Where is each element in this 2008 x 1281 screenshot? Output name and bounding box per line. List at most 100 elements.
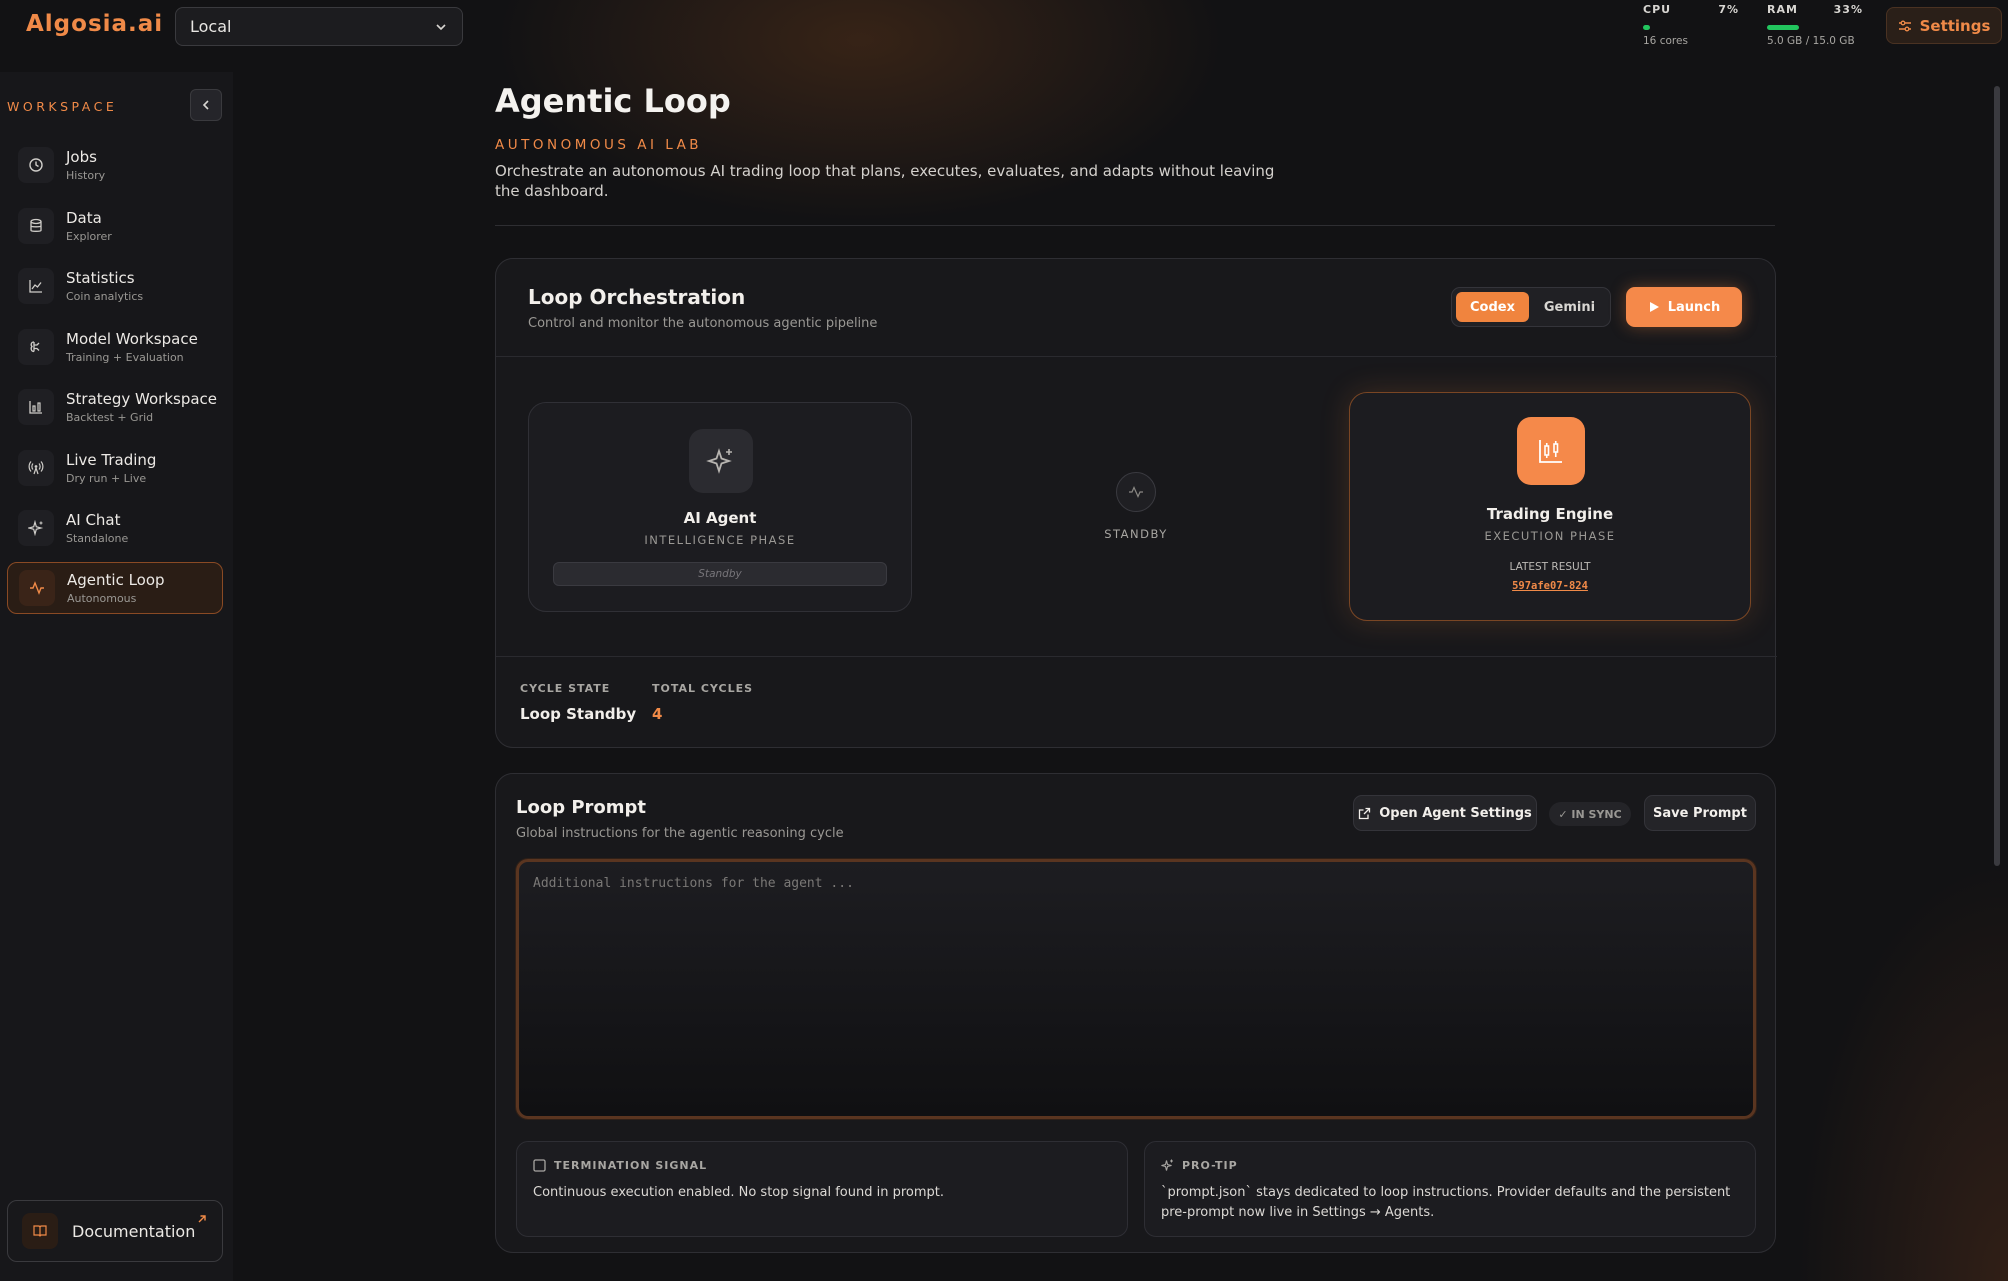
external-link-icon xyxy=(1359,807,1371,819)
prompt-title: Loop Prompt xyxy=(516,797,647,818)
link-status: STANDBY xyxy=(1104,527,1168,541)
cpu-label: CPU xyxy=(1643,3,1672,16)
sidebar-item-live-trading[interactable]: Live Trading Dry run + Live xyxy=(7,442,223,494)
collapse-sidebar-button[interactable] xyxy=(190,89,222,121)
prompt-input[interactable] xyxy=(519,862,1753,1116)
database-icon xyxy=(18,208,54,244)
play-icon xyxy=(1649,302,1659,312)
ram-usage: 5.0 GB / 15.0 GB xyxy=(1767,35,1855,47)
open-agent-settings-label: Open Agent Settings xyxy=(1379,805,1532,821)
sidebar-item-label: Model Workspace xyxy=(66,330,198,348)
save-prompt-button[interactable]: Save Prompt xyxy=(1644,795,1756,831)
cpu-percent: 7% xyxy=(1718,3,1739,16)
launch-button[interactable]: Launch xyxy=(1626,287,1742,327)
ram-metric: RAM 33% 5.0 GB / 15.0 GB xyxy=(1767,3,1863,47)
total-cycles-label: TOTAL CYCLES xyxy=(652,682,754,695)
bar-chart-icon xyxy=(18,389,54,425)
pro-tip-box: PRO-TIP `prompt.json` stays dedicated to… xyxy=(1144,1141,1756,1237)
termination-label: TERMINATION SIGNAL xyxy=(554,1159,708,1172)
card-divider xyxy=(496,356,1777,357)
ai-agent-title: AI Agent xyxy=(683,509,757,527)
sliders-icon xyxy=(1898,20,1911,31)
sidebar-item-label: Agentic Loop xyxy=(67,571,165,589)
cpu-metric: CPU 7% 16 cores xyxy=(1643,3,1739,47)
sidebar-item-sublabel: Coin analytics xyxy=(66,290,144,303)
page-description: Orchestrate an autonomous AI trading loo… xyxy=(495,162,1275,200)
checkbox-icon xyxy=(533,1159,546,1172)
brain-icon xyxy=(18,329,54,365)
sidebar-item-label: Jobs xyxy=(66,148,97,166)
loop-prompt-card: Loop Prompt Global instructions for the … xyxy=(495,773,1776,1253)
provider-option-gemini[interactable]: Gemini xyxy=(1533,292,1606,322)
trading-engine-phase: EXECUTION PHASE xyxy=(1484,529,1616,543)
top-bar: Algosia.ai Local CPU 7% 16 cores RAM 33% 5… xyxy=(0,0,2008,64)
pro-tip-text: `prompt.json` stays dedicated to loop in… xyxy=(1161,1185,1731,1220)
sidebar-item-sublabel: History xyxy=(66,169,106,182)
termination-text: Continuous execution enabled. No stop si… xyxy=(533,1185,945,1200)
ram-usage-bar xyxy=(1767,25,1799,30)
prompt-textarea-wrapper xyxy=(516,859,1756,1119)
total-cycles-value: 4 xyxy=(652,705,663,723)
sparkles-icon xyxy=(689,429,753,493)
settings-button[interactable]: Settings xyxy=(1886,7,2002,44)
environment-value: Local xyxy=(190,17,232,36)
sync-status-badge: ✓ IN SYNC xyxy=(1549,802,1631,826)
sidebar-item-model-workspace[interactable]: Model Workspace Training + Evaluation xyxy=(7,321,223,373)
orchestration-title: Loop Orchestration xyxy=(528,285,746,309)
trading-engine-node: Trading Engine EXECUTION PHASE LATEST RE… xyxy=(1349,392,1751,621)
trading-engine-title: Trading Engine xyxy=(1486,505,1614,523)
ai-agent-phase: INTELLIGENCE PHASE xyxy=(644,533,796,547)
prompt-subtitle: Global instructions for the agentic reas… xyxy=(516,826,844,841)
page-scrollbar[interactable] xyxy=(1994,86,2000,866)
sidebar-item-sublabel: Training + Evaluation xyxy=(66,351,184,364)
ai-agent-node: AI Agent INTELLIGENCE PHASE Standby xyxy=(528,402,912,612)
provider-option-codex[interactable]: Codex xyxy=(1456,292,1529,322)
sidebar-item-label: Statistics xyxy=(66,269,135,287)
chevron-left-icon xyxy=(202,100,209,110)
sidebar-item-label: Data xyxy=(66,209,102,227)
sidebar-item-strategy-workspace[interactable]: Strategy Workspace Backtest + Grid xyxy=(7,381,223,433)
ai-agent-status: Standby xyxy=(553,562,887,586)
workspace-label: WORKSPACE xyxy=(7,99,118,114)
line-chart-icon xyxy=(18,268,54,304)
page-kicker: AUTONOMOUS AI LAB xyxy=(495,137,703,153)
ram-label: RAM xyxy=(1767,3,1798,16)
sparkles-icon xyxy=(1161,1159,1173,1171)
settings-label: Settings xyxy=(1919,16,1991,35)
activity-icon xyxy=(19,570,55,606)
orchestration-subtitle: Control and monitor the autonomous agent… xyxy=(528,316,878,331)
environment-select[interactable]: Local xyxy=(175,7,463,46)
sidebar-item-ai-chat[interactable]: AI Chat Standalone xyxy=(7,502,223,554)
sidebar-item-agentic-loop[interactable]: Agentic Loop Autonomous xyxy=(7,562,223,614)
book-icon xyxy=(22,1213,58,1249)
sidebar-item-label: Strategy Workspace xyxy=(66,390,218,408)
sidebar-item-sublabel: Autonomous xyxy=(67,592,137,605)
sidebar-item-sublabel: Explorer xyxy=(66,230,112,243)
latest-result-link[interactable]: 597afe07-824 xyxy=(1350,580,1750,592)
external-arrow-icon xyxy=(198,1215,206,1223)
documentation-button[interactable]: Documentation xyxy=(7,1200,223,1262)
cycle-state-value: Loop Standby xyxy=(520,705,637,723)
open-agent-settings-button[interactable]: Open Agent Settings xyxy=(1353,795,1537,831)
page-title: Agentic Loop xyxy=(495,82,731,120)
sidebar-item-label: Live Trading xyxy=(66,451,157,469)
sidebar-item-label: AI Chat xyxy=(66,511,121,529)
candlestick-chart-icon xyxy=(1517,417,1585,485)
cpu-usage-bar xyxy=(1643,25,1650,30)
sidebar-item-data[interactable]: Data Explorer xyxy=(7,200,223,252)
ram-percent: 33% xyxy=(1833,3,1863,16)
chevron-down-icon xyxy=(436,23,446,30)
activity-icon xyxy=(1116,472,1156,512)
sidebar-item-sublabel: Standalone xyxy=(66,532,129,545)
sidebar-item-sublabel: Dry run + Live xyxy=(66,472,147,485)
radio-tower-icon xyxy=(18,450,54,486)
cycle-state-label: CYCLE STATE xyxy=(520,682,611,695)
cpu-cores: 16 cores xyxy=(1643,35,1688,47)
sidebar-item-statistics[interactable]: Statistics Coin analytics xyxy=(7,260,223,312)
sparkles-icon xyxy=(18,510,54,546)
sidebar-item-jobs[interactable]: Jobs History xyxy=(7,139,223,191)
launch-label: Launch xyxy=(1667,299,1721,315)
documentation-label: Documentation xyxy=(72,1221,196,1241)
app-logo[interactable]: Algosia.ai xyxy=(26,11,163,37)
pro-tip-label: PRO-TIP xyxy=(1182,1159,1238,1172)
